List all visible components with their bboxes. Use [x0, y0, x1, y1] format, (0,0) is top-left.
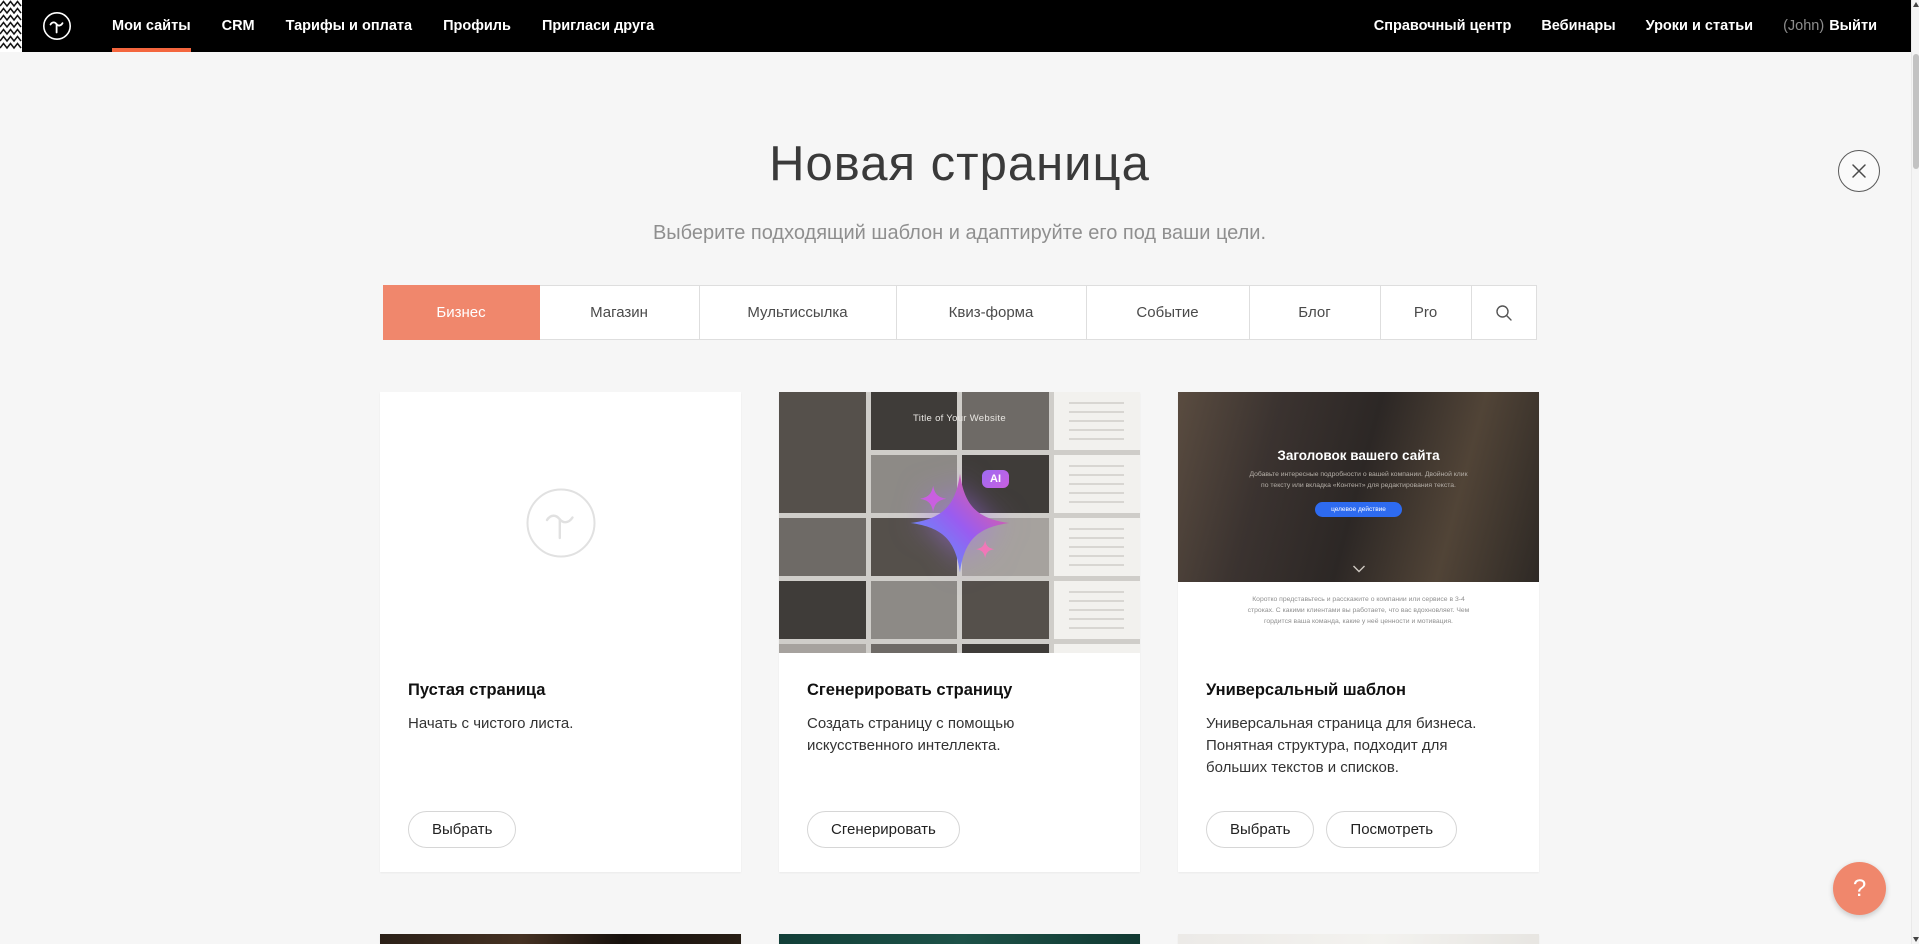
tilda-logo[interactable] — [42, 11, 72, 41]
card-description: Универсальная страница для бизнеса. Поня… — [1206, 713, 1511, 778]
card-body: Пустая страница Начать с чистого листа. … — [380, 653, 741, 872]
template-card-universal: Заголовок вашего сайта Добавьте интересн… — [1178, 392, 1539, 872]
tilda-watermark-icon — [523, 485, 599, 561]
card-body: Универсальный шаблон Универсальная стран… — [1178, 653, 1539, 872]
page-title: Новая страница — [0, 136, 1919, 192]
zigzag-pattern — [0, 0, 22, 52]
template-card-partial[interactable] — [1178, 934, 1539, 944]
tab-store[interactable]: Магазин — [540, 285, 700, 340]
collage-site-title: Title of Your Website — [913, 413, 1006, 424]
scroll-up-arrow[interactable] — [1913, 2, 1919, 7]
tab-business[interactable]: Бизнес — [383, 285, 540, 340]
card-description: Начать с чистого листа. — [408, 713, 713, 735]
nav-lessons[interactable]: Уроки и статьи — [1646, 0, 1753, 52]
preview-cta-button: целевое действие — [1315, 502, 1402, 517]
ai-generate-preview[interactable]: Title of Your Website AI — [779, 392, 1140, 653]
main-navigation: Мои сайты CRM Тарифы и оплата Профиль Пр… — [112, 0, 654, 52]
card-title: Пустая страница — [408, 681, 713, 700]
template-grid: Пустая страница Начать с чистого листа. … — [380, 392, 1539, 944]
template-card-ai-generate: Title of Your Website AI С — [779, 392, 1140, 872]
select-button[interactable]: Выбрать — [408, 811, 516, 848]
card-description: Создать страницу с помощью искусственног… — [807, 713, 1112, 757]
nav-my-sites[interactable]: Мои сайты — [112, 0, 191, 52]
template-preview-image — [1178, 934, 1539, 944]
view-button[interactable]: Посмотреть — [1326, 811, 1457, 848]
scrollbar-track[interactable] — [1911, 0, 1919, 944]
template-preview-image — [779, 934, 1140, 944]
universal-template-preview[interactable]: Заголовок вашего сайта Добавьте интересн… — [1178, 392, 1539, 653]
card-body: Сгенерировать страницу Создать страницу … — [779, 653, 1140, 872]
tab-quiz-form[interactable]: Квиз-форма — [897, 285, 1087, 340]
card-title: Сгенерировать страницу — [807, 681, 1112, 700]
nav-help-center[interactable]: Справочный центр — [1374, 0, 1512, 52]
template-card-blank: Пустая страница Начать с чистого листа. … — [380, 392, 741, 872]
help-button[interactable]: ? — [1833, 862, 1886, 915]
card-actions: Выбрать Посмотреть — [1206, 811, 1511, 848]
template-card-partial[interactable] — [779, 934, 1140, 944]
template-category-tabs: Бизнес Магазин Мультиссылка Квиз-форма С… — [383, 285, 1537, 340]
template-preview-image — [380, 934, 741, 944]
user-name: (John) — [1783, 18, 1824, 34]
close-icon — [1851, 163, 1867, 179]
select-button[interactable]: Выбрать — [1206, 811, 1314, 848]
page-subtitle: Выберите подходящий шаблон и адаптируйте… — [0, 222, 1919, 245]
search-icon — [1495, 304, 1513, 322]
scrollbar-thumb[interactable] — [1913, 54, 1919, 169]
chevron-down-icon — [1352, 565, 1365, 573]
card-actions: Сгенерировать — [807, 811, 1112, 848]
search-tab[interactable] — [1472, 285, 1537, 340]
nav-profile[interactable]: Профиль — [443, 0, 511, 52]
preview-hero-section: Заголовок вашего сайта Добавьте интересн… — [1178, 392, 1539, 582]
user-session: (John) Выйти — [1783, 18, 1877, 34]
logout-link[interactable]: Выйти — [1829, 18, 1877, 34]
tab-blog[interactable]: Блог — [1250, 285, 1381, 340]
nav-crm[interactable]: CRM — [222, 0, 255, 52]
preview-body-text: Коротко представьтесь и расскажите о ком… — [1245, 594, 1473, 628]
preview-site-subtitle: Добавьте интересные подробности о вашей … — [1246, 470, 1471, 492]
new-page-dialog: Новая страница Выберите подходящий шабло… — [0, 52, 1919, 944]
preview-site-title: Заголовок вашего сайта — [1178, 448, 1539, 463]
close-button[interactable] — [1838, 150, 1880, 192]
scroll-down-arrow[interactable] — [1913, 937, 1919, 942]
secondary-navigation: Справочный центр Вебинары Уроки и статьи… — [1374, 0, 1877, 52]
card-title: Универсальный шаблон — [1206, 681, 1511, 700]
generate-button[interactable]: Сгенерировать — [807, 811, 960, 848]
card-actions: Выбрать — [408, 811, 713, 848]
tab-pro[interactable]: Pro — [1381, 285, 1472, 340]
template-card-partial[interactable] — [380, 934, 741, 944]
preview-text-section: Коротко представьтесь и расскажите о ком… — [1178, 582, 1539, 653]
nav-invite-friend[interactable]: Пригласи друга — [542, 0, 654, 52]
tab-event[interactable]: Событие — [1087, 285, 1250, 340]
tab-multilink[interactable]: Мультиссылка — [700, 285, 897, 340]
top-navigation-bar: Мои сайты CRM Тарифы и оплата Профиль Пр… — [0, 0, 1919, 52]
blank-page-preview[interactable] — [380, 392, 741, 653]
ai-badge: AI — [982, 470, 1009, 488]
nav-tariffs[interactable]: Тарифы и оплата — [286, 0, 412, 52]
nav-webinars[interactable]: Вебинары — [1541, 0, 1615, 52]
